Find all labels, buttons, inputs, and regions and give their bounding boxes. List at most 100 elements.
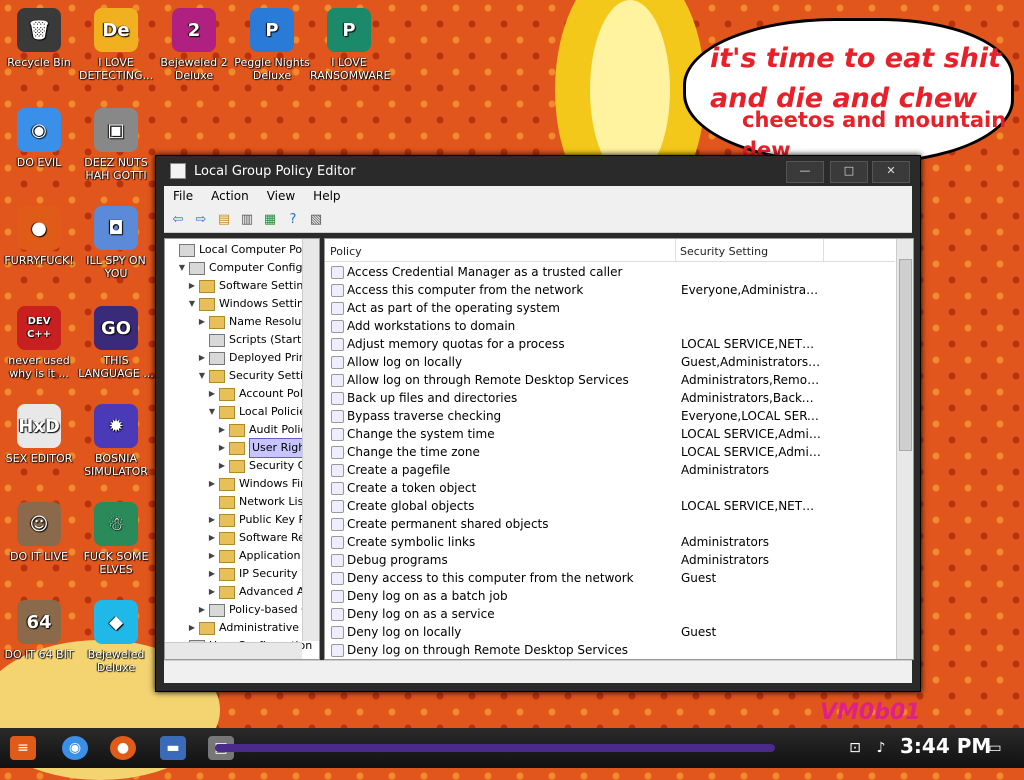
desktop-icon[interactable]: P I LOVE RANSOMWARE: [310, 8, 390, 82]
expand-arrow-icon[interactable]: ▶: [185, 619, 199, 637]
desktop-icon[interactable]: ◆ Bejeweled Deluxe: [77, 600, 155, 674]
policy-row[interactable]: Create symbolic links Administrators: [325, 533, 895, 551]
expand-arrow-icon[interactable]: ▶: [195, 601, 209, 619]
policy-row[interactable]: Allow log on locally Guest,Administrators…: [325, 353, 895, 371]
expand-arrow-icon[interactable]: ▶: [215, 439, 229, 457]
group-policy-window[interactable]: Local Group Policy Editor — □ ✕ File Act…: [155, 155, 921, 692]
policy-row[interactable]: Create global objects LOCAL SERVICE,NETWO…: [325, 497, 895, 515]
start-button[interactable]: ≡: [10, 736, 36, 760]
tree-item[interactable]: ▼ Local Policies: [205, 403, 312, 421]
policy-row[interactable]: Deny log on locally Guest: [325, 623, 895, 641]
desktop-icon[interactable]: De I LOVE DETECTING...: [77, 8, 155, 82]
policy-row[interactable]: Debug programs Administrators: [325, 551, 895, 569]
policy-row[interactable]: Create a token object: [325, 479, 895, 497]
policy-row[interactable]: Deny log on through Remote Desktop Servi…: [325, 641, 895, 659]
scroll-thumb[interactable]: [899, 259, 912, 451]
clock[interactable]: 3:44 PM: [900, 734, 991, 758]
firefox-taskbar-icon[interactable]: ●: [110, 736, 136, 760]
show-hide-tree-icon[interactable]: ▥: [238, 211, 256, 227]
tree-item[interactable]: ▶ Audit Policy: [215, 421, 313, 439]
security-setting: Guest: [681, 625, 717, 639]
desktop-icon[interactable]: ✹ BOSNIA SIMULATOR: [77, 404, 155, 478]
forward-icon[interactable]: ⇨: [192, 211, 210, 227]
desktop-icon[interactable]: ● FURRYFUCK!: [0, 206, 78, 267]
desktop-icon[interactable]: DEV C++ never used why is it ...: [0, 306, 78, 380]
tree-item[interactable]: Local Computer Policy: [165, 241, 319, 259]
maximize-button[interactable]: □: [830, 161, 868, 183]
policy-row[interactable]: Act as part of the operating system: [325, 299, 895, 317]
policy-row[interactable]: Create a pagefile Administrators: [325, 461, 895, 479]
volume-icon[interactable]: ♪: [868, 736, 894, 760]
column-header-security-setting[interactable]: Security Setting: [675, 239, 824, 261]
policy-row[interactable]: Add workstations to domain: [325, 317, 895, 335]
chrome-taskbar-icon[interactable]: ◉: [62, 736, 88, 760]
expand-arrow-icon[interactable]: ▶: [205, 511, 219, 529]
folder-icon: [229, 423, 245, 437]
expand-arrow-icon[interactable]: ▼: [175, 259, 189, 277]
expand-arrow-icon[interactable]: ▶: [215, 421, 229, 439]
tree-vertical-scrollbar[interactable]: [302, 239, 319, 641]
properties-icon[interactable]: ▧: [307, 211, 325, 227]
desktop-icon[interactable]: ☃ FUCK SOME ELVES: [77, 502, 155, 576]
desktop-icon[interactable]: HxD SEX EDITOR: [0, 404, 78, 465]
file-explorer-taskbar-icon[interactable]: ▬: [160, 736, 186, 760]
desktop-icon[interactable]: 2 Bejeweled 2 Deluxe: [155, 8, 233, 82]
policy-row[interactable]: Allow log on through Remote Desktop Serv…: [325, 371, 895, 389]
policy-row[interactable]: Bypass traverse checking Everyone,LOCAL S…: [325, 407, 895, 425]
network-icon[interactable]: ⊡: [842, 736, 868, 760]
menu-file[interactable]: File: [164, 189, 202, 203]
policy-row[interactable]: Access Credential Manager as a trusted c…: [325, 263, 895, 281]
list-vertical-scrollbar[interactable]: [896, 239, 913, 659]
menu-action[interactable]: Action: [202, 189, 258, 203]
desktop-icon[interactable]: ◉ DO EVIL: [0, 108, 78, 169]
expand-arrow-icon[interactable]: ▶: [205, 475, 219, 493]
expand-arrow-icon[interactable]: ▶: [215, 457, 229, 475]
help-icon[interactable]: ?: [284, 211, 302, 227]
policy-row[interactable]: Deny access to this computer from the ne…: [325, 569, 895, 587]
close-button[interactable]: ✕: [872, 161, 910, 183]
back-icon[interactable]: ⇦: [169, 211, 187, 227]
desktop-icon[interactable]: P Peggle Nights Deluxe: [233, 8, 311, 82]
policy-row[interactable]: Deny log on as a service: [325, 605, 895, 623]
tree-item[interactable]: ▼Computer Configuration: [175, 259, 319, 277]
expand-arrow-icon[interactable]: ▶: [205, 529, 219, 547]
policy-row[interactable]: Access this computer from the network Eve…: [325, 281, 895, 299]
tree-item[interactable]: ▶ Software Settings: [185, 277, 316, 295]
policy-name: Create permanent shared objects: [347, 517, 549, 531]
menu-help[interactable]: Help: [304, 189, 349, 203]
desktop-icon[interactable]: ☺ DO IT LIVE: [0, 502, 78, 563]
policy-row[interactable]: Change the system time LOCAL SERVICE,Admi…: [325, 425, 895, 443]
tree-item[interactable]: ▼ Windows Settings: [185, 295, 317, 313]
minimize-button[interactable]: —: [786, 161, 824, 183]
policy-icon: [331, 626, 344, 639]
menu-view[interactable]: View: [258, 189, 304, 203]
expand-arrow-icon[interactable]: ▶: [195, 313, 209, 331]
expand-arrow-icon[interactable]: ▶: [205, 583, 219, 601]
tree-item[interactable]: ▶Administrative Templates: [185, 619, 319, 637]
export-list-icon[interactable]: ▦: [261, 211, 279, 227]
up-folder-icon[interactable]: ▤: [215, 211, 233, 227]
desktop-icon[interactable]: 64 DO IT 64 BIT: [0, 600, 78, 661]
policy-row[interactable]: Change the time zone LOCAL SERVICE,Admini…: [325, 443, 895, 461]
expand-arrow-icon[interactable]: ▼: [185, 295, 199, 313]
policy-row[interactable]: Deny log on as a batch job: [325, 587, 895, 605]
expand-arrow-icon[interactable]: ▶: [205, 565, 219, 583]
expand-arrow-icon[interactable]: ▶: [205, 547, 219, 565]
policy-icon: [331, 446, 344, 459]
policy-row[interactable]: Create permanent shared objects: [325, 515, 895, 533]
expand-arrow-icon[interactable]: ▼: [205, 403, 219, 421]
desktop-icon[interactable]: ▣ DEEZ NUTS HAH GOTTI: [77, 108, 155, 182]
expand-arrow-icon[interactable]: ▼: [195, 367, 209, 385]
column-header-policy[interactable]: Policy: [325, 239, 676, 261]
desktop-icon[interactable]: 🗑 Recycle Bin: [0, 8, 78, 69]
desktop-icon[interactable]: GO THIS LANGUAGE ...: [77, 306, 155, 380]
background-flame: [590, 0, 670, 180]
policy-row[interactable]: Back up files and directories Administrat…: [325, 389, 895, 407]
policy-row[interactable]: Adjust memory quotas for a process LOCAL …: [325, 335, 895, 353]
tree-horizontal-scrollbar[interactable]: [165, 642, 302, 659]
expand-arrow-icon[interactable]: ▶: [185, 277, 199, 295]
expand-arrow-icon[interactable]: ▶: [195, 349, 209, 367]
expand-arrow-icon[interactable]: ▶: [205, 385, 219, 403]
notifications-icon[interactable]: ▭: [982, 736, 1008, 760]
desktop-icon[interactable]: ◘ ILL SPY ON YOU: [77, 206, 155, 280]
